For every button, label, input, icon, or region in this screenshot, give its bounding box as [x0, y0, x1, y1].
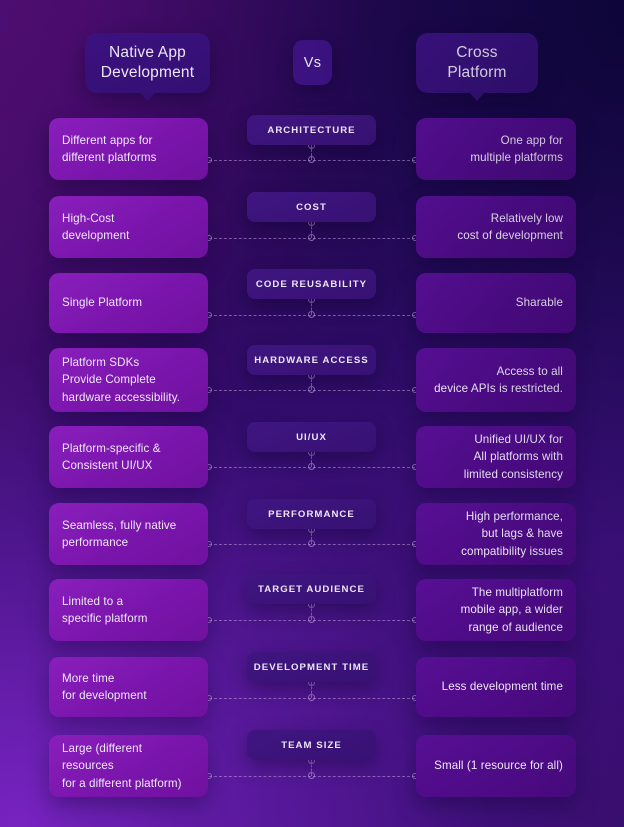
connector-horizontal — [209, 315, 415, 316]
connector-horizontal — [209, 467, 415, 468]
comparison-rows: Different apps for different platforms One… — [0, 0, 624, 827]
native-card-line: Provide Complete — [62, 373, 156, 387]
cross-platform-card-line: Sharable — [515, 296, 563, 310]
cross-platform-card-line: device APIs is restricted. — [434, 382, 563, 395]
category-pill: ARCHITECTURE — [247, 115, 376, 145]
cross-platform-card-line: but lags & have — [481, 527, 563, 541]
category-pill: DEVELOPMENT TIME — [247, 652, 376, 682]
cross-platform-card: Relatively low cost of development — [416, 196, 576, 258]
cross-platform-card-line: Small (1 resource for all) — [434, 759, 563, 773]
cross-platform-card-line: The multiplatform — [471, 586, 563, 600]
native-card-line: different platforms — [62, 151, 157, 164]
connector-horizontal — [209, 390, 415, 391]
connector-horizontal — [209, 776, 415, 777]
native-card-line: specific platform — [62, 612, 148, 625]
category-pill: PERFORMANCE — [247, 499, 376, 529]
cross-platform-card-line: range of audience — [468, 620, 563, 634]
native-card-line: development — [62, 229, 130, 242]
connector-horizontal — [209, 238, 415, 239]
category-pill: COST — [247, 192, 376, 222]
native-card-line: Large (different resources — [62, 742, 143, 773]
cross-platform-card-line: Relatively low — [490, 211, 563, 225]
cross-platform-card-line: compatibility issues — [461, 544, 563, 558]
category-pill: TEAM SIZE — [247, 730, 376, 760]
connector-horizontal — [209, 544, 415, 545]
native-card-line: for a different platform) — [62, 776, 182, 790]
category-pill: CODE REUSABILITY — [247, 269, 376, 299]
native-card-line: hardware accessibility. — [62, 390, 181, 404]
cross-platform-card-line: mobile app, a wider — [460, 603, 563, 617]
native-card: Single Platform — [49, 273, 208, 333]
category-pill: TARGET AUDIENCE — [247, 574, 376, 604]
cross-platform-card: One app for multiple platforms — [416, 118, 576, 180]
cross-platform-card: The multiplatform mobile app, a wider rang… — [416, 579, 576, 641]
native-card: More time for development — [49, 657, 208, 717]
cross-platform-card: Unified UI/UX for All platforms with limit… — [416, 426, 576, 488]
native-card: Different apps for different platforms — [49, 118, 208, 180]
cross-platform-card-line: All platforms with — [473, 450, 563, 464]
native-card-line: Seamless, fully native — [62, 518, 177, 532]
cross-platform-card-line: One app for — [500, 133, 563, 147]
native-card: Large (different resources for a differen… — [49, 735, 208, 797]
native-card-line: Single Platform — [62, 296, 143, 310]
cross-platform-card-line: High performance, — [465, 510, 563, 524]
connector-horizontal — [209, 698, 415, 699]
native-card: Seamless, fully native performance — [49, 503, 208, 565]
native-card: Platform-specific & Consistent UI/UX — [49, 426, 208, 488]
cross-platform-card-line: Less development time — [441, 680, 563, 694]
native-card-line: for development — [62, 689, 147, 702]
cross-platform-card-line: limited consistency — [463, 467, 563, 481]
native-card-line: More time — [62, 671, 115, 685]
native-card: Limited to a specific platform — [49, 579, 208, 641]
native-card-line: performance — [62, 536, 129, 549]
cross-platform-card: Less development time — [416, 657, 576, 717]
cross-platform-card-line: cost of development — [457, 229, 563, 242]
native-card-line: High-Cost — [62, 211, 115, 225]
native-card-line: Limited to a — [62, 594, 124, 608]
cross-platform-card: Sharable — [416, 273, 576, 333]
cross-platform-card: Small (1 resource for all) — [416, 735, 576, 797]
cross-platform-card: Access to all device APIs is restricted. — [416, 348, 576, 412]
infographic-canvas: Native App Development Vs Cross Platform… — [0, 0, 624, 827]
native-card: Platform SDKs Provide Complete hardware ac… — [49, 348, 208, 412]
native-card-line: Consistent UI/UX — [62, 459, 153, 472]
cross-platform-card-line: Access to all — [496, 364, 563, 378]
connector-horizontal — [209, 620, 415, 621]
native-card-line: Platform SDKs — [62, 356, 140, 370]
cross-platform-card-line: multiple platforms — [470, 151, 563, 164]
native-card-line: Platform-specific & — [62, 441, 161, 455]
category-pill: HARDWARE ACCESS — [247, 345, 376, 375]
cross-platform-card: High performance, but lags & have compatib… — [416, 503, 576, 565]
native-card-line: Different apps for — [62, 133, 153, 147]
category-pill: UI/UX — [247, 422, 376, 452]
connector-horizontal — [209, 160, 415, 161]
native-card: High-Cost development — [49, 196, 208, 258]
cross-platform-card-line: Unified UI/UX for — [474, 433, 563, 447]
